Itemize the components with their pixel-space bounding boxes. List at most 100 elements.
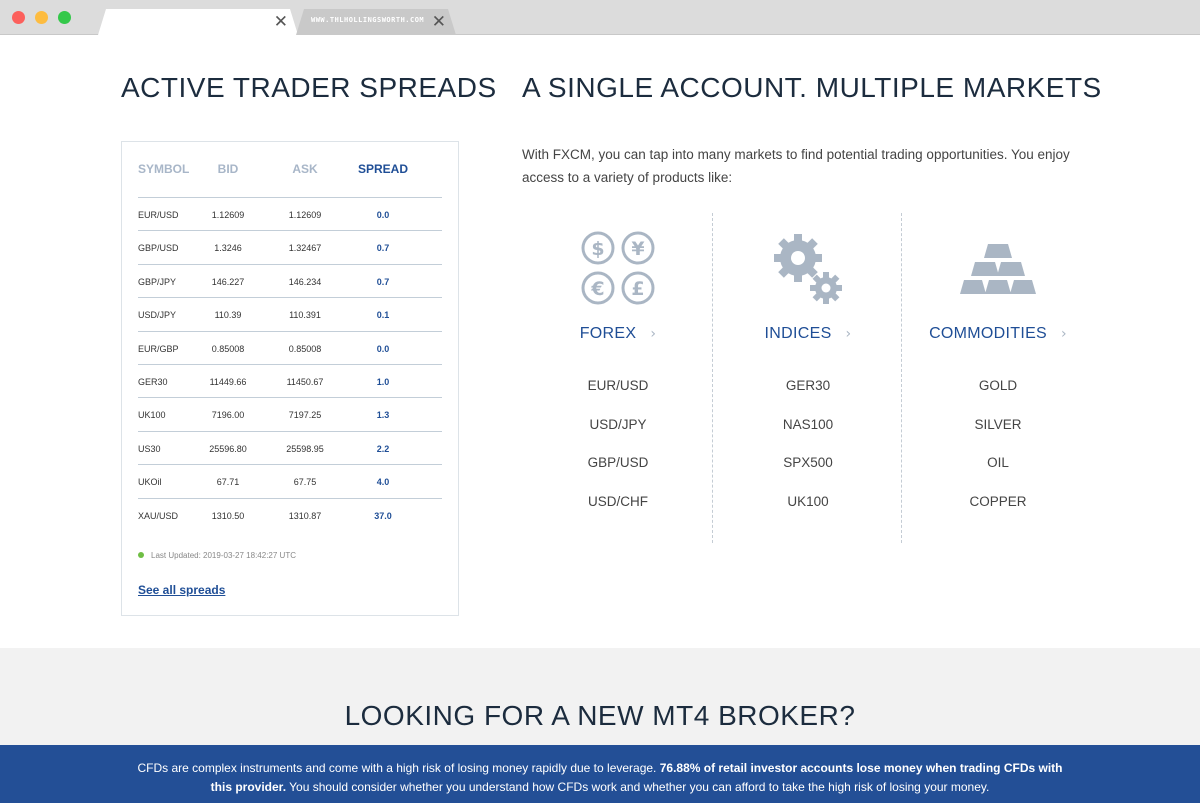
market-commodities-link[interactable]: COMMODITIES › bbox=[908, 325, 1088, 343]
risk-text-part2: You should consider whether you understa… bbox=[286, 780, 990, 794]
table-row: UK100 7196.00 7197.25 1.3 bbox=[138, 397, 442, 430]
chevron-right-icon: › bbox=[1061, 326, 1067, 342]
see-all-spreads-link[interactable]: See all spreads bbox=[138, 583, 225, 597]
table-row: EUR/USD 1.12609 1.12609 0.0 bbox=[138, 197, 442, 230]
cell-bid: 110.39 bbox=[214, 310, 242, 321]
browser-tab-site[interactable]: WWW.THLHOLLINGSWORTH.COM ✕ bbox=[296, 9, 456, 35]
market-forex: $ ¥ € £ FOREX › EUR/USD USD/JPY GBP/USD USD… bbox=[528, 225, 708, 532]
cell-ask: 7197.25 bbox=[288, 410, 322, 421]
browser-chrome: ✕ WWW.THLHOLLINGSWORTH.COM ✕ bbox=[0, 0, 1200, 35]
gears-icon bbox=[718, 225, 898, 310]
list-item: EUR/USD bbox=[587, 378, 649, 393]
cell-spread: 37.0 bbox=[374, 510, 392, 521]
list-item: GER30 bbox=[785, 378, 831, 393]
risk-warning-banner: CFDs are complex instruments and come wi… bbox=[0, 745, 1200, 803]
tab-url: WWW.THLHOLLINGSWORTH.COM bbox=[311, 16, 425, 24]
cell-bid: 67.71 bbox=[216, 477, 240, 488]
cell-symbol: UKOil bbox=[138, 477, 162, 488]
cell-spread: 0.0 bbox=[376, 210, 390, 220]
gold-bars-icon bbox=[908, 225, 1088, 310]
spreads-table-header: SYMBOL BID ASK SPREAD bbox=[138, 162, 442, 196]
cell-symbol: GBP/USD bbox=[138, 243, 179, 254]
cell-bid: 1.3246 bbox=[214, 243, 242, 254]
list-item: USD/CHF bbox=[588, 493, 648, 509]
cell-bid: 1310.50 bbox=[211, 510, 245, 521]
cell-ask: 110.391 bbox=[289, 310, 321, 321]
market-forex-link[interactable]: FOREX › bbox=[528, 325, 708, 343]
close-window-button[interactable] bbox=[12, 11, 25, 24]
markets-description: With FXCM, you can tap into many markets… bbox=[522, 147, 1070, 185]
status-dot-icon bbox=[138, 552, 144, 558]
table-row: EUR/GBP 0.85008 0.85008 0.0 bbox=[138, 330, 442, 364]
risk-text-part1: CFDs are complex instruments and come wi… bbox=[137, 761, 660, 775]
market-forex-label: FOREX bbox=[579, 325, 637, 342]
cell-bid: 0.85008 bbox=[211, 343, 245, 354]
list-item: GOLD bbox=[978, 378, 1018, 393]
cell-spread: 0.7 bbox=[376, 276, 390, 287]
table-row: USD/JPY 110.39 110.391 0.1 bbox=[138, 297, 442, 330]
cell-symbol: USD/JPY bbox=[138, 310, 177, 321]
spreads-panel: SYMBOL BID ASK SPREAD EUR/USD 1.12609 1.… bbox=[121, 141, 459, 616]
svg-text:$: $ bbox=[591, 238, 604, 260]
minimize-window-button[interactable] bbox=[35, 11, 48, 24]
cell-symbol: GER30 bbox=[138, 376, 168, 387]
header-spread: SPREAD bbox=[357, 162, 408, 176]
close-tab-icon[interactable]: ✕ bbox=[432, 11, 446, 33]
cell-symbol: EUR/USD bbox=[138, 210, 179, 220]
cell-spread: 0.0 bbox=[376, 343, 390, 354]
table-row: GER30 11449.66 11450.67 1.0 bbox=[138, 363, 442, 397]
cell-bid: 11449.66 bbox=[209, 376, 247, 387]
spreads-table-body: EUR/USD 1.12609 1.12609 0.0 GBP/USD 1.32… bbox=[138, 197, 442, 531]
table-row: UKOil 67.71 67.75 4.0 bbox=[138, 464, 442, 497]
cell-symbol: US30 bbox=[138, 443, 161, 454]
cell-spread: 4.0 bbox=[376, 477, 390, 488]
cell-ask: 146.234 bbox=[288, 276, 322, 287]
cell-symbol: EUR/GBP bbox=[138, 343, 179, 354]
header-symbol: SYMBOL bbox=[138, 162, 190, 176]
table-row: XAU/USD 1310.50 1310.87 37.0 bbox=[138, 497, 442, 531]
table-row: US30 25596.80 25598.95 2.2 bbox=[138, 430, 442, 464]
header-bid: BID bbox=[217, 162, 239, 176]
list-item: SILVER bbox=[974, 416, 1022, 432]
cell-symbol: UK100 bbox=[138, 410, 166, 421]
maximize-window-button[interactable] bbox=[58, 11, 71, 24]
list-item: OIL bbox=[987, 455, 1009, 470]
cell-ask: 67.75 bbox=[293, 477, 317, 488]
svg-text:¥: ¥ bbox=[631, 238, 644, 260]
cell-bid: 7196.00 bbox=[211, 410, 245, 421]
list-item: UK100 bbox=[787, 493, 829, 509]
close-tab-icon[interactable]: ✕ bbox=[274, 11, 288, 33]
svg-text:€: € bbox=[590, 278, 604, 300]
cell-bid: 146.227 bbox=[211, 276, 245, 287]
header-ask: ASK bbox=[292, 162, 318, 176]
cell-spread: 0.7 bbox=[376, 243, 390, 254]
table-row: GBP/JPY 146.227 146.234 0.7 bbox=[138, 263, 442, 297]
commodities-list: GOLD SILVER OIL COPPER bbox=[908, 378, 1088, 532]
broker-title: LOOKING FOR A NEW MT4 BROKER? bbox=[344, 700, 856, 731]
cell-ask: 0.85008 bbox=[288, 343, 322, 354]
browser-tab-active[interactable]: ✕ bbox=[98, 9, 298, 35]
market-commodities: COMMODITIES › GOLD SILVER OIL COPPER bbox=[908, 225, 1088, 532]
list-item: GBP/USD bbox=[587, 455, 649, 470]
column-divider bbox=[901, 213, 902, 543]
list-item: COPPER bbox=[969, 493, 1027, 509]
cell-spread: 1.3 bbox=[376, 410, 390, 421]
cell-ask: 11450.67 bbox=[286, 376, 324, 387]
list-item: USD/JPY bbox=[589, 416, 647, 432]
list-item: SPX500 bbox=[783, 455, 833, 470]
last-updated: Last Updated: 2019-03-27 18:42:27 UTC bbox=[138, 551, 296, 560]
cell-spread: 2.2 bbox=[376, 443, 390, 454]
chevron-right-icon: › bbox=[845, 326, 852, 342]
list-item: NAS100 bbox=[782, 416, 834, 432]
market-indices-link[interactable]: INDICES › bbox=[718, 325, 898, 343]
cell-spread: 1.0 bbox=[376, 376, 390, 387]
cell-ask: 1.32467 bbox=[288, 243, 322, 254]
cell-ask: 25598.95 bbox=[286, 443, 324, 454]
table-row: GBP/USD 1.3246 1.32467 0.7 bbox=[138, 230, 442, 263]
cell-symbol: GBP/JPY bbox=[138, 276, 177, 287]
markets-title: A SINGLE ACCOUNT. MULTIPLE MARKETS bbox=[522, 72, 1102, 103]
svg-text:£: £ bbox=[631, 278, 644, 300]
currency-coins-icon: $ ¥ € £ bbox=[528, 225, 708, 310]
cell-ask: 1310.87 bbox=[288, 510, 322, 521]
cell-symbol: XAU/USD bbox=[138, 510, 179, 521]
